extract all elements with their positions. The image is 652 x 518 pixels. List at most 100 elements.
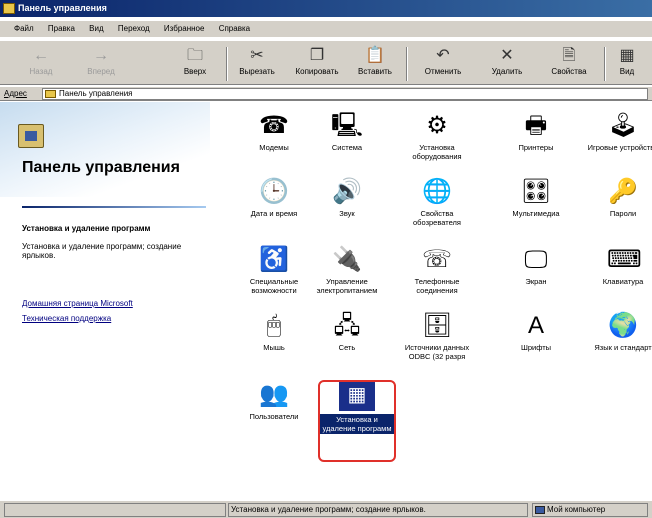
undo-button[interactable]: ↶ Отменить — [412, 45, 474, 83]
view-grid-icon: ▦ — [619, 47, 635, 64]
control-panel-item[interactable]: 🌐 Свойства обозревателя — [400, 178, 474, 227]
page-title: Панель управления — [22, 159, 180, 176]
item-label: Язык и стандарт — [594, 343, 652, 352]
item-label: Управление электропитанием — [316, 277, 378, 295]
item-label: Клавиатура — [602, 277, 644, 286]
toolbar-separator — [406, 47, 408, 81]
item-label: Специальные возможности — [249, 277, 299, 295]
item-label: Игровые устройства — [587, 143, 652, 152]
forward-arrow-icon: → — [93, 47, 109, 64]
control-panel-item[interactable]: 🔑 Пароли — [586, 178, 652, 218]
item-label: Свойства обозревателя — [413, 209, 461, 227]
status-text: Установка и удаление программ; создание … — [228, 503, 528, 517]
control-panel-item[interactable]: ⚙ Установка оборудования — [400, 112, 474, 161]
passwords-icon: 🔑 — [608, 178, 638, 205]
fonts-icon: A — [527, 312, 544, 339]
my-computer-icon — [535, 506, 545, 514]
control-panel-item[interactable]: ☎ Модемы — [237, 112, 311, 152]
properties-icon: 🗎 — [562, 47, 576, 64]
control-panel-item[interactable]: 🖵 Экран — [499, 246, 573, 286]
paste-button[interactable]: 📋 Вставить — [344, 45, 406, 83]
address-field[interactable]: Панель управления — [42, 88, 648, 100]
menu-help[interactable]: Справка — [219, 24, 250, 33]
users-icon: 👥 — [259, 381, 289, 408]
item-label: Мультимедиа — [512, 209, 560, 218]
menu-edit[interactable]: Правка — [48, 24, 75, 33]
control-panel-item[interactable]: 🖳 Система — [310, 112, 384, 152]
properties-button[interactable]: 🗎 Свойства — [538, 45, 600, 83]
address-bar: Адрес Панель управления — [0, 87, 652, 101]
item-label: Экран — [525, 277, 547, 286]
item-label: Мышь — [263, 343, 285, 352]
item-label: Сеть — [338, 343, 356, 352]
back-button[interactable]: ← Назад — [10, 45, 72, 83]
control-panel-icon — [3, 3, 15, 14]
internet-options-icon: 🌐 — [422, 178, 452, 205]
control-panel-item[interactable]: 🖶 Принтеры — [499, 112, 573, 152]
microsoft-home-link[interactable]: Домашняя страница Microsoft — [22, 299, 133, 308]
control-panel-item[interactable]: 🕹 Игровые устройства — [586, 112, 652, 152]
item-label: Звук — [339, 209, 355, 218]
paste-icon: 📋 — [365, 47, 385, 64]
status-zone-label: Мой компьютер — [547, 505, 606, 514]
copy-icon: ❐ — [309, 47, 325, 64]
add-hardware-icon: ⚙ — [426, 112, 448, 139]
up-button[interactable]: 🗀 Вверх — [164, 45, 226, 83]
status-zone: Мой компьютер — [532, 503, 648, 517]
sound-icon: 🔊 — [332, 178, 362, 205]
modem-icon: ☎ — [259, 112, 289, 139]
title-divider — [22, 206, 206, 208]
control-panel-item[interactable]: 🖱 Мышь — [237, 312, 311, 352]
forward-button[interactable]: → Вперед — [70, 45, 132, 83]
menu-bar: Файл Правка Вид Переход Избранное Справк… — [0, 21, 652, 37]
control-panel-item[interactable]: 👥 Пользователи — [237, 381, 311, 421]
control-panel-icon — [45, 90, 56, 98]
keyboard-icon: ⌨ — [607, 246, 642, 273]
control-panel-item[interactable]: 🕒 Дата и время — [237, 178, 311, 218]
item-label: Модемы — [259, 143, 289, 152]
control-panel-item[interactable]: 🔌 Управление электропитанием — [310, 246, 384, 295]
view-button[interactable]: ▦ Вид — [602, 45, 652, 83]
delete-button[interactable]: ✕ Удалить — [476, 45, 538, 83]
tech-support-link[interactable]: Техническая поддержка — [22, 314, 111, 323]
toolbar: ← Назад → Вперед 🗀 Вверх ✂ Вырезать ❐ Ко… — [0, 40, 652, 85]
printers-icon: 🖶 — [524, 112, 548, 139]
undo-icon: ↶ — [436, 47, 450, 64]
control-panel-item[interactable]: 🖧 Сеть — [310, 312, 384, 352]
item-label: Система — [331, 143, 363, 152]
control-panel-item[interactable]: ♿ Специальные возможности — [237, 246, 311, 295]
menu-go[interactable]: Переход — [118, 24, 150, 33]
item-label: Пользователи — [249, 412, 299, 421]
menu-file[interactable]: Файл — [14, 24, 34, 33]
menu-view[interactable]: Вид — [89, 24, 103, 33]
selected-item-title: Установка и удаление программ — [22, 224, 151, 233]
date-time-icon: 🕒 — [259, 178, 289, 205]
item-label: Принтеры — [518, 143, 554, 152]
address-value: Панель управления — [59, 89, 133, 98]
menu-favorites[interactable]: Избранное — [164, 24, 205, 33]
odbc-icon: 🗄 — [421, 312, 453, 339]
item-label: Установка оборудования — [412, 143, 462, 161]
control-panel-item[interactable]: A Шрифты — [499, 312, 573, 352]
control-panel-item[interactable]: 🔊 Звук — [310, 178, 384, 218]
address-label: Адрес — [4, 89, 27, 98]
mouse-icon: 🖱 — [266, 312, 282, 339]
selection-highlight — [318, 380, 396, 462]
cut-button[interactable]: ✂ Вырезать — [226, 45, 288, 83]
back-arrow-icon: ← — [33, 47, 49, 64]
control-panel-item[interactable]: ☏ Телефонные соединения — [400, 246, 474, 295]
control-panel-item[interactable]: 🌍 Язык и стандарт — [586, 312, 652, 352]
selected-item-description: Установка и удаление программ; создание … — [22, 242, 182, 260]
control-panel-item[interactable]: ⌨ Клавиатура — [586, 246, 652, 286]
control-panel-item[interactable]: 🎛 Мультимедиа — [499, 178, 573, 218]
regional-settings-icon: 🌍 — [608, 312, 638, 339]
control-panel-icon — [18, 124, 44, 148]
item-label: Источники данных ODBC (32 разря — [404, 343, 470, 361]
item-label: Телефонные соединения — [414, 277, 460, 295]
control-panel-item[interactable]: 🗄 Источники данных ODBC (32 разря — [400, 312, 474, 361]
item-label: Пароли — [609, 209, 637, 218]
status-cell — [4, 503, 226, 517]
status-bar: Установка и удаление программ; создание … — [0, 500, 652, 518]
copy-button[interactable]: ❐ Копировать — [286, 45, 348, 83]
folder-up-icon: 🗀 — [186, 47, 203, 64]
